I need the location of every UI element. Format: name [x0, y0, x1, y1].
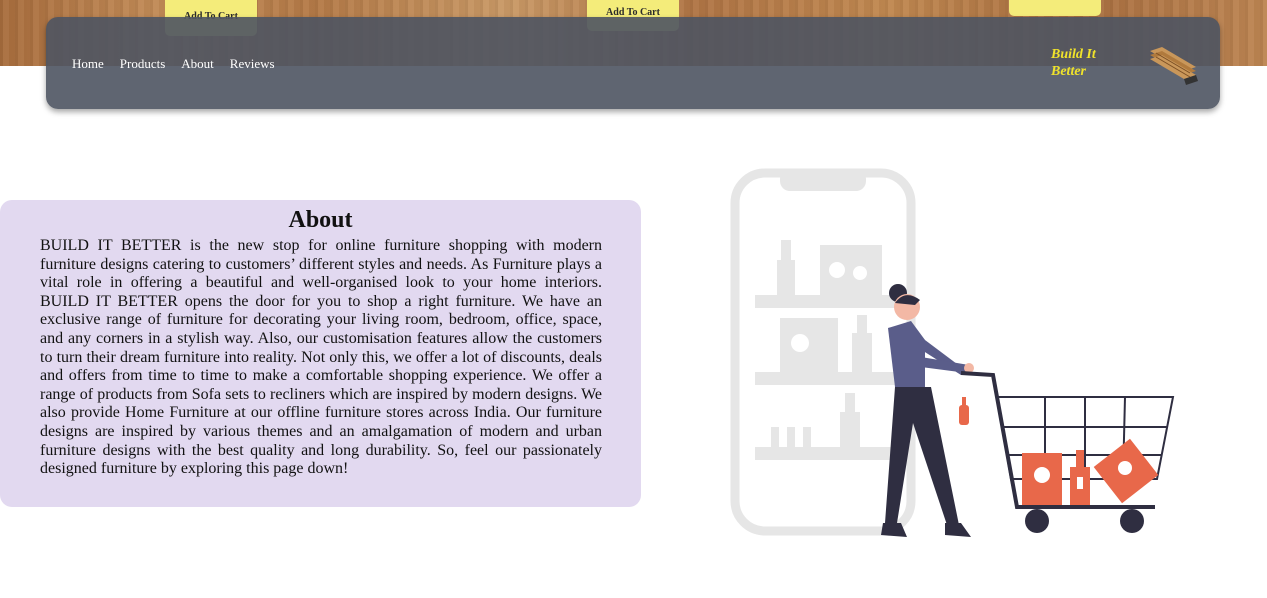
brand-logo-text[interactable]: Build It Better [1051, 46, 1096, 80]
about-body: BUILD IT BETTER is the new stop for onli… [40, 237, 602, 478]
nav-link-home[interactable]: Home [72, 56, 104, 72]
add-to-cart-button[interactable] [1009, 0, 1101, 16]
nav-link-reviews[interactable]: Reviews [230, 56, 275, 72]
navbar: Home Products About Reviews Build It Bet… [46, 17, 1220, 109]
brand-line-2: Better [1051, 64, 1086, 79]
about-section: About BUILD IT BETTER is the new stop fo… [0, 200, 641, 507]
nav-link-products[interactable]: Products [120, 56, 166, 72]
nav-links: Home Products About Reviews [72, 56, 291, 72]
nav-link-about[interactable]: About [181, 56, 214, 72]
bench-icon [1150, 47, 1198, 85]
about-title: About [288, 207, 353, 233]
shopping-illustration [730, 168, 1175, 537]
brand-line-1: Build It [1051, 47, 1096, 62]
